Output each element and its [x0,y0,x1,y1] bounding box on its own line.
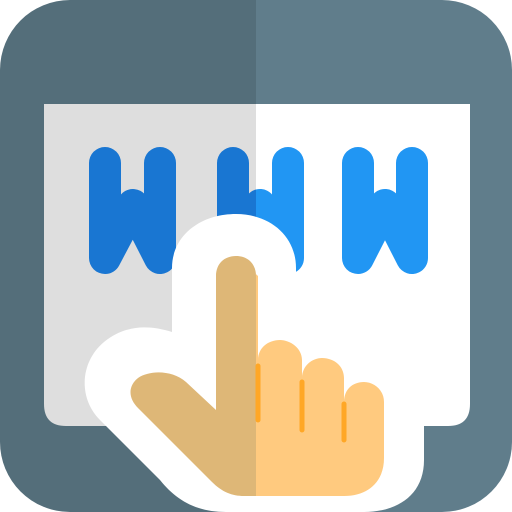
icon-stage [0,0,512,512]
www-click-icon [0,0,512,512]
